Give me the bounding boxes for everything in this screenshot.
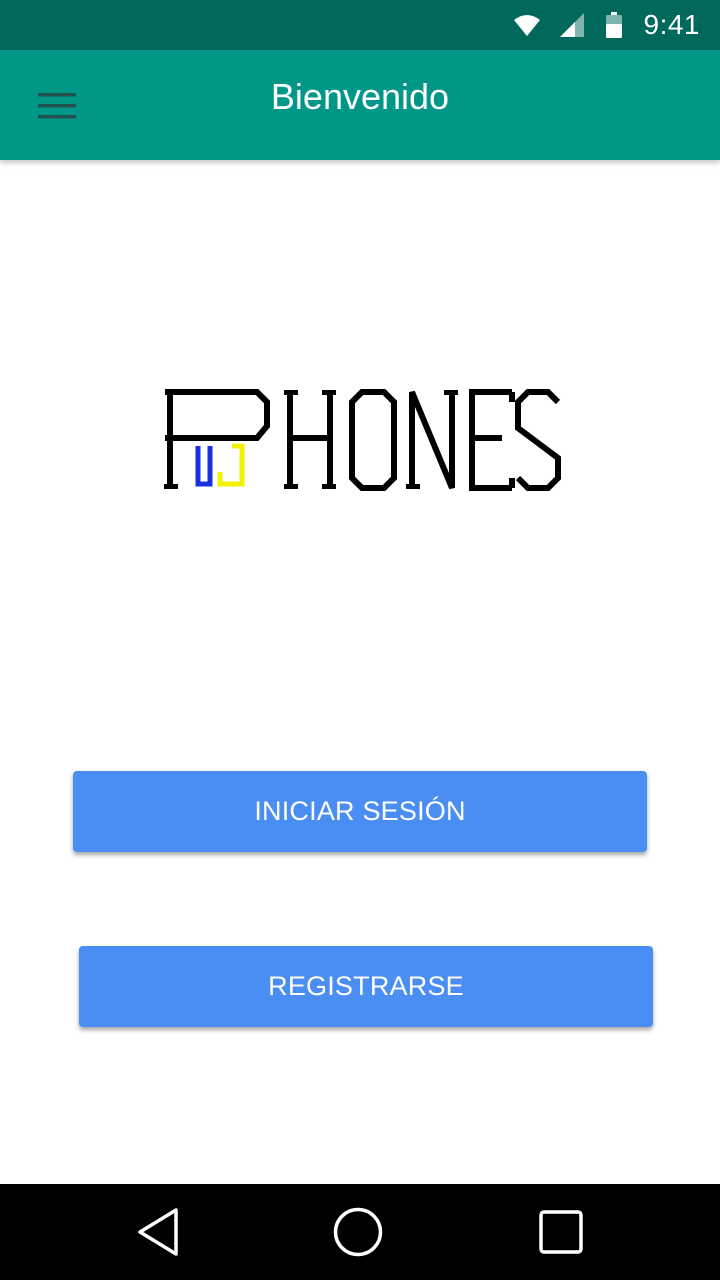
home-button[interactable] (328, 1202, 388, 1262)
status-bar: 9:41 (0, 0, 720, 50)
back-button[interactable] (128, 1202, 188, 1262)
pujphones-logo (164, 389, 561, 491)
home-icon (333, 1207, 383, 1257)
status-icons: 9:41 (513, 0, 701, 50)
cell-signal-icon (559, 13, 584, 37)
app-title: Bienvenido (270, 76, 450, 117)
app-bar: Bienvenido (0, 50, 720, 160)
wifi-icon (513, 15, 540, 36)
battery-icon (605, 12, 622, 38)
register-button[interactable]: REGISTRARSE (79, 946, 653, 1027)
status-time: 9:41 (643, 9, 700, 40)
recents-icon (539, 1210, 583, 1254)
login-button[interactable]: INICIAR SESIÓN (73, 771, 647, 852)
navigation-bar (0, 1184, 720, 1280)
recents-button[interactable] (531, 1202, 591, 1262)
back-icon (138, 1208, 178, 1256)
